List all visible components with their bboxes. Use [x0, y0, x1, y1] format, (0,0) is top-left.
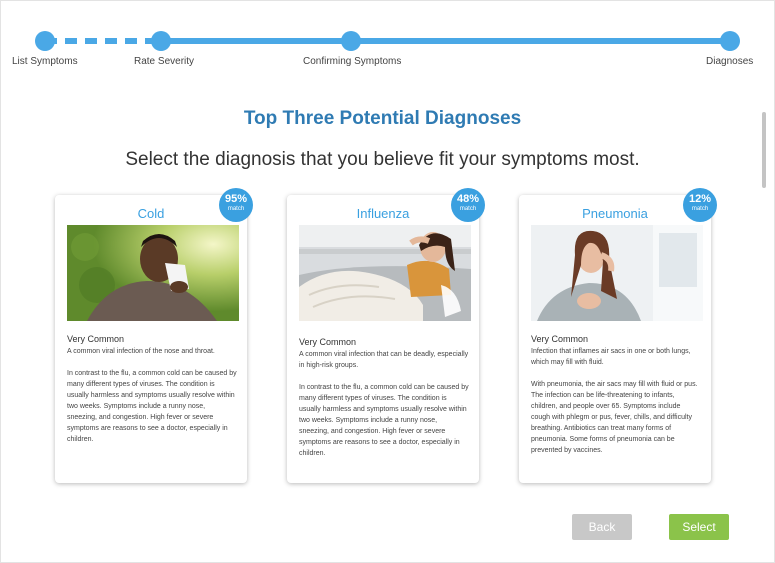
match-badge: 48% match	[451, 188, 485, 222]
card-description: A common viral infection that can be dea…	[299, 349, 469, 459]
description-detail: With pneumonia, the air sacs may fill wi…	[531, 381, 698, 454]
card-description: Infection that inflames air sacs in one …	[531, 346, 701, 456]
diagnosis-card-pneumonia[interactable]: Pneumonia 12% match Very Common Infectio…	[519, 188, 717, 483]
match-label: match	[459, 206, 477, 212]
description-detail: In contrast to the flu, a common cold ca…	[67, 370, 237, 443]
step-dot-confirming-symptoms[interactable]	[341, 31, 361, 51]
step-label-confirming-symptoms[interactable]: Confirming Symptoms	[303, 56, 401, 67]
cold-photo	[67, 225, 239, 321]
match-percent: 95%	[224, 193, 248, 205]
card-description: A common viral infection of the nose and…	[67, 346, 237, 445]
step-dot-diagnoses[interactable]	[720, 31, 740, 51]
frequency-label: Very Common	[299, 337, 357, 347]
step-dot-list-symptoms[interactable]	[35, 31, 55, 51]
page-subtitle: Select the diagnosis that you believe fi…	[125, 149, 640, 170]
description-summary: A common viral infection that can be dea…	[299, 351, 469, 369]
step-label-rate-severity[interactable]: Rate Severity	[134, 56, 194, 67]
select-button[interactable]: Select	[669, 514, 729, 540]
progress-line-complete	[161, 38, 730, 44]
match-percent: 48%	[456, 193, 480, 205]
diagnosis-card-influenza[interactable]: Influenza 48% match Very Common A common…	[287, 188, 485, 483]
page-title: Top Three Potential Diagnoses	[243, 108, 522, 129]
progress-line-pending	[45, 38, 161, 44]
back-button[interactable]: Back	[572, 514, 632, 540]
description-summary: Infection that inflames air sacs in one …	[531, 348, 691, 366]
step-label-list-symptoms[interactable]: List Symptoms	[12, 56, 78, 67]
frequency-label: Very Common	[67, 334, 125, 344]
match-percent: 12%	[688, 193, 712, 205]
description-summary: A common viral infection of the nose and…	[67, 348, 215, 355]
frequency-label: Very Common	[531, 334, 589, 344]
match-label: match	[691, 206, 709, 212]
influenza-photo	[299, 225, 471, 321]
scrollbar-thumb[interactable]	[762, 112, 766, 188]
description-detail: In contrast to the flu, a common cold ca…	[299, 384, 469, 457]
match-badge: 95% match	[219, 188, 253, 222]
match-badge: 12% match	[683, 188, 717, 222]
step-label-diagnoses[interactable]: Diagnoses	[706, 56, 753, 67]
diagnosis-card-cold[interactable]: Cold 95% match Very Common A common vira…	[55, 188, 253, 483]
match-label: match	[227, 206, 245, 212]
pneumonia-photo	[531, 225, 703, 321]
step-dot-rate-severity[interactable]	[151, 31, 171, 51]
